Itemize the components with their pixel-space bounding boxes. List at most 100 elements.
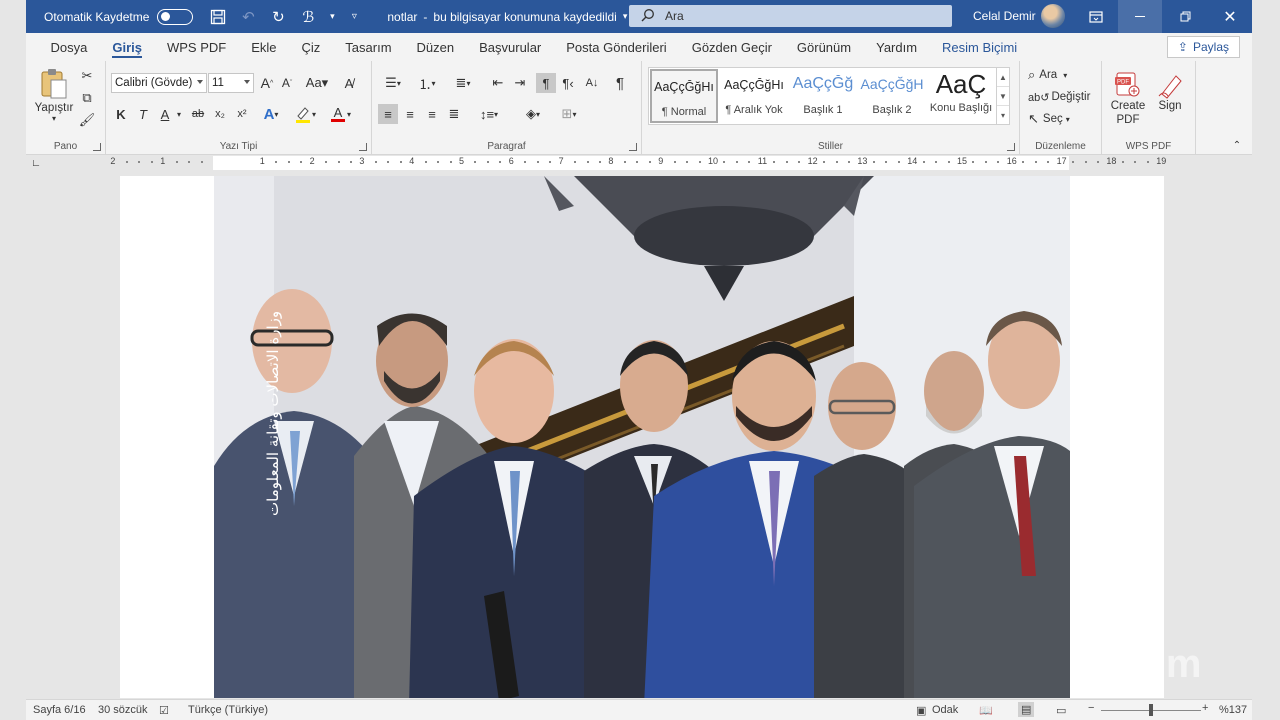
- sort-icon[interactable]: A↓: [582, 73, 602, 93]
- ltr-paragraph-icon[interactable]: ¶: [536, 73, 556, 93]
- paste-button[interactable]: Yapıştır ▾: [34, 65, 74, 125]
- format-painter-icon[interactable]: 🖌: [78, 111, 96, 129]
- minimize-button[interactable]: [1118, 0, 1162, 33]
- style-heading-1[interactable]: AaÇçĞğ Başlık 1: [789, 69, 857, 123]
- italic-button[interactable]: T: [134, 104, 152, 124]
- customize-qat-icon[interactable]: ▿: [345, 6, 363, 28]
- tab-giris[interactable]: Giriş: [100, 33, 155, 61]
- focus-icon[interactable]: ▣: [916, 704, 926, 717]
- font-color-icon[interactable]: A ▾: [326, 104, 356, 124]
- style-title[interactable]: AaÇ Konu Başlığı: [927, 69, 995, 123]
- chevron-down-icon[interactable]: ▾: [327, 6, 337, 28]
- horizontal-ruler[interactable]: 2 1 1 2 3 4 5 6 7 8 9 10 11 12 13 14 15 16 17 18 19: [110, 156, 1166, 170]
- multilevel-list-icon[interactable]: ≣ ▾: [448, 73, 478, 93]
- tab-tasarim[interactable]: Tasarım: [333, 33, 404, 61]
- text-effects-icon[interactable]: A ▾: [258, 104, 284, 124]
- document-area[interactable]: وزارة الاتصالات وتقانة المعلومات zoom: [26, 172, 1252, 698]
- replace-button[interactable]: ab↺ Değiştir: [1028, 87, 1090, 107]
- page-count[interactable]: Sayfa 6/16: [33, 704, 86, 716]
- select-button[interactable]: ↖ Seç ▾: [1028, 109, 1070, 129]
- dialog-launcher-icon[interactable]: [1007, 143, 1015, 151]
- user-name[interactable]: Celal Demir: [973, 9, 1036, 23]
- search-input[interactable]: Ara: [629, 5, 952, 27]
- tab-ekle[interactable]: Ekle: [239, 33, 289, 61]
- grow-font-icon[interactable]: A ^: [258, 73, 276, 93]
- numbering-icon[interactable]: ⒈ ▾: [412, 73, 442, 93]
- more-styles-icon[interactable]: ▾: [997, 106, 1009, 125]
- sign-button[interactable]: Sign: [1152, 67, 1188, 117]
- font-name-select[interactable]: Calibri (Gövde): [111, 73, 207, 93]
- dialog-launcher-icon[interactable]: [359, 143, 367, 151]
- line-spacing-icon[interactable]: ↕≡ ▾: [474, 104, 504, 124]
- word-count[interactable]: 30 sözcük: [98, 704, 148, 716]
- tab-wps-pdf[interactable]: WPS PDF: [154, 33, 238, 61]
- borders-icon[interactable]: ⊞ ▾: [554, 104, 584, 124]
- close-button[interactable]: ✕: [1208, 0, 1252, 33]
- focus-label[interactable]: Odak: [932, 704, 958, 716]
- zoom-in-icon[interactable]: +: [1202, 702, 1208, 714]
- share-button[interactable]: ⇪ Paylaş: [1166, 36, 1240, 58]
- tab-duzen[interactable]: Düzen: [404, 33, 467, 61]
- language[interactable]: Türkçe (Türkiye): [188, 704, 268, 716]
- shading-icon[interactable]: ◈ ▾: [518, 104, 548, 124]
- tab-resim-bicimi[interactable]: Resim Biçimi: [930, 33, 1030, 61]
- dialog-launcher-icon[interactable]: [629, 143, 637, 151]
- align-left-icon[interactable]: ≡: [378, 104, 398, 124]
- save-icon[interactable]: [207, 6, 229, 28]
- tab-gorunum[interactable]: Görünüm: [784, 33, 863, 61]
- font-size-select[interactable]: 11: [208, 73, 254, 93]
- bullets-icon[interactable]: ☰ ▾: [378, 73, 408, 93]
- tab-dosya[interactable]: Dosya: [38, 33, 100, 61]
- zoom-level[interactable]: %137: [1219, 704, 1247, 716]
- chevron-down-icon[interactable]: ▾: [174, 104, 184, 124]
- underline-button[interactable]: A: [156, 104, 174, 124]
- collapse-ribbon-icon[interactable]: ⌃: [1230, 139, 1244, 151]
- increase-indent-icon[interactable]: ⇥: [510, 73, 530, 93]
- copy-icon[interactable]: ⧉: [78, 89, 96, 107]
- cut-icon[interactable]: ✂: [78, 67, 96, 85]
- subscript-button[interactable]: x₂: [210, 104, 230, 124]
- style-no-spacing[interactable]: AaÇçĞğHı ¶ Aralık Yok: [720, 69, 788, 123]
- tab-gozden-gecir[interactable]: Gözden Geçir: [679, 33, 784, 61]
- proofing-icon[interactable]: ☑: [159, 704, 169, 717]
- zoom-slider-thumb[interactable]: [1149, 704, 1153, 716]
- read-mode-icon[interactable]: 📖: [979, 704, 993, 717]
- shrink-font-icon[interactable]: Aˇ: [278, 73, 296, 93]
- document-title[interactable]: notlar - bu bilgisayar konumuna kaydedil…: [387, 10, 627, 24]
- create-pdf-button[interactable]: PDF Create PDF: [1106, 67, 1150, 131]
- undo-icon[interactable]: ↶: [237, 6, 259, 28]
- print-layout-icon[interactable]: ▤: [1018, 702, 1035, 717]
- change-case-icon[interactable]: Aa▾: [302, 73, 332, 93]
- restore-button[interactable]: [1163, 0, 1207, 33]
- autosave-toggle[interactable]: [157, 8, 194, 25]
- bold-button[interactable]: K: [112, 104, 130, 124]
- align-right-icon[interactable]: ≡: [422, 104, 442, 124]
- style-heading-2[interactable]: AaÇçĞğH Başlık 2: [858, 69, 926, 123]
- tab-yardim[interactable]: Yardım: [864, 33, 930, 61]
- format-painter-qat-icon[interactable]: ℬ: [297, 6, 319, 28]
- inserted-photo[interactable]: وزارة الاتصالات وتقانة المعلومات: [214, 176, 1070, 698]
- rtl-paragraph-icon[interactable]: ¶‹: [558, 73, 578, 93]
- zoom-out-icon[interactable]: −: [1088, 702, 1094, 714]
- tab-selector-icon[interactable]: ∟: [26, 156, 46, 170]
- find-button[interactable]: ⌕ Ara ▾: [1028, 65, 1067, 85]
- superscript-button[interactable]: x²: [232, 104, 252, 124]
- tab-ciz[interactable]: Çiz: [289, 33, 333, 61]
- show-marks-icon[interactable]: ¶: [610, 73, 630, 93]
- clear-formatting-icon[interactable]: A̸: [338, 73, 360, 93]
- tab-basvurular[interactable]: Başvurular: [467, 33, 554, 61]
- align-center-icon[interactable]: ≡: [400, 104, 420, 124]
- style-normal[interactable]: AaÇçĞğHı ¶ Normal: [650, 69, 718, 123]
- redo-icon[interactable]: ↻: [267, 6, 289, 28]
- avatar[interactable]: [1041, 4, 1065, 28]
- highlight-icon[interactable]: ▾: [290, 104, 320, 124]
- dialog-launcher-icon[interactable]: [93, 143, 101, 151]
- chevron-up-icon[interactable]: ▲: [997, 68, 1009, 87]
- justify-icon[interactable]: ≣: [444, 104, 464, 124]
- decrease-indent-icon[interactable]: ⇤: [488, 73, 508, 93]
- ribbon-display-icon[interactable]: [1074, 0, 1118, 33]
- chevron-down-icon[interactable]: ▼: [997, 87, 1009, 106]
- tab-posta-gonderileri[interactable]: Posta Gönderileri: [554, 33, 679, 61]
- web-layout-icon[interactable]: ▭: [1056, 704, 1066, 717]
- strikethrough-button[interactable]: ab: [188, 104, 208, 124]
